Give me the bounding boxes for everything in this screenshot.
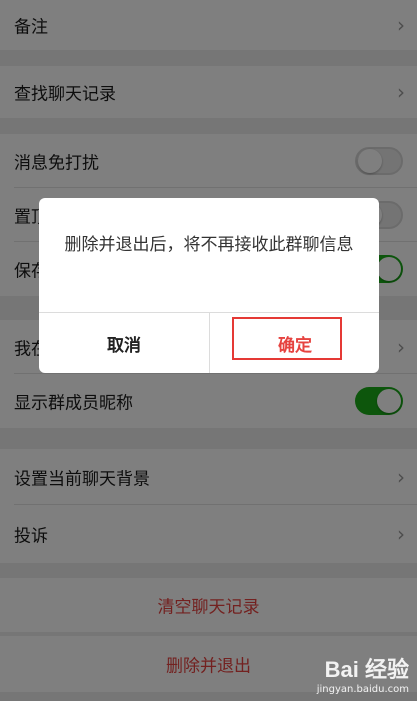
watermark-url: jingyan.baidu.com	[316, 684, 409, 695]
dialog-message: 删除并退出后，将不再接收此群聊信息	[64, 235, 354, 255]
cancel-button[interactable]: 取消	[39, 313, 209, 373]
watermark: Bai 经验 jingyan.baidu.com	[317, 652, 409, 695]
confirm-dialog: 删除并退出后，将不再接收此群聊信息 取消 确定	[39, 198, 379, 373]
watermark-logo: Bai 经验	[324, 657, 409, 682]
highlight-box	[232, 317, 342, 360]
